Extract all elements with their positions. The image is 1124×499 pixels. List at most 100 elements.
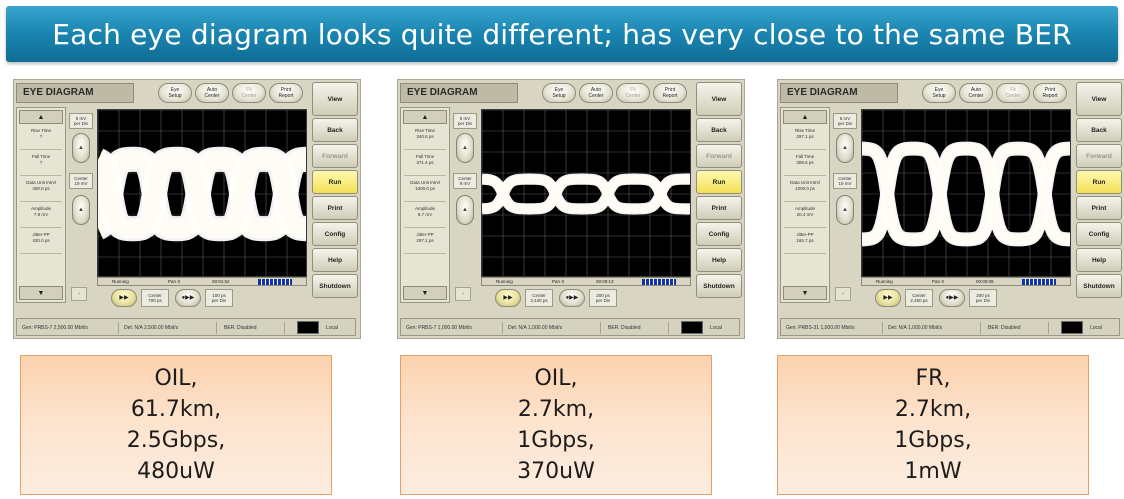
eye-diagram-screenshot: EYE DIAGRAM Eye Setup Auto Center Fit Cente… (397, 79, 745, 339)
side-button-forward[interactable]: Forward (696, 144, 742, 168)
caption-line: 2.5Gbps, (126, 428, 226, 453)
play-forward-button[interactable]: ▶▶ (111, 289, 137, 307)
measurement-item: Rise Time 340.6 ps (404, 126, 446, 150)
eye-setup-button[interactable]: Eye Setup (158, 83, 192, 103)
side-button-view[interactable]: View (1076, 82, 1122, 116)
scroll-down-button[interactable]: ▼ (783, 286, 827, 300)
side-button-run[interactable]: Run (696, 170, 742, 194)
acquisition-progress (258, 279, 292, 285)
eye-plot (482, 110, 690, 276)
acquisition-progress (642, 279, 676, 285)
generator-status: Gen: PRBS-7 2,500.00 Mbit/s (19, 322, 119, 334)
status-time: 00:00:13 (596, 279, 614, 284)
status-time: 00:00:09 (976, 279, 994, 284)
side-button-print[interactable]: Print (696, 196, 742, 220)
side-button-back[interactable]: Back (696, 118, 742, 142)
detector-status: Det: N/A 1,000.00 Mbit/s (505, 322, 601, 334)
detector-status: Det: N/A 2,500.00 Mbit/s (121, 322, 217, 334)
auto-center-button[interactable]: Auto Center (579, 83, 613, 103)
status-running: Running (876, 279, 893, 284)
side-button-back[interactable]: Back (312, 118, 358, 142)
measurement-item: Fall Time ? (20, 152, 62, 176)
volts-per-div-label: 5 mV per Div (69, 113, 93, 129)
eye-setup-button[interactable]: Eye Setup (922, 83, 956, 103)
measurement-item: Rise Time ? (20, 126, 62, 150)
scroll-up-button[interactable]: ▲ (403, 110, 447, 124)
side-button-run[interactable]: Run (1076, 170, 1122, 194)
side-button-help[interactable]: Help (1076, 248, 1122, 272)
scale-knob[interactable]: ▲ (836, 133, 854, 163)
side-menu: View Back Forward Run Print Config Help Shutdow… (696, 82, 742, 300)
generator-status: Gen: PRBS-31 1,000.00 Mbit/s (783, 322, 883, 334)
measurement-item: Fall Time 371.4 ps (404, 152, 446, 176)
caption-line: 2.7km, (894, 397, 972, 422)
measurement-item: Amplitude 8.7 mV (404, 204, 446, 228)
scale-knob[interactable]: ▲ (456, 133, 474, 163)
measurement-panel: ▲ Rise Time 340.6 ps Fall Time 371.4 ps Dat… (400, 107, 450, 303)
print-report-button[interactable]: Print Report (269, 83, 303, 103)
side-button-print[interactable]: Print (1076, 196, 1122, 220)
scroll-up-button[interactable]: ▲ (783, 110, 827, 124)
side-button-config[interactable]: Config (696, 222, 742, 246)
play-forward-button[interactable]: ▶▶ (875, 289, 901, 307)
ber-status: BER: Disabled (985, 322, 1049, 334)
status-pan: Pan X (552, 279, 565, 284)
caption-line: 1Gbps, (517, 428, 595, 453)
side-button-config[interactable]: Config (1076, 222, 1122, 246)
measurement-item: Amplitude 20.4 mV (784, 204, 826, 228)
scroll-up-button[interactable]: ▲ (19, 110, 63, 124)
center-time-label: Center 700 ps (141, 289, 169, 307)
auto-center-button[interactable]: Auto Center (959, 83, 993, 103)
time-scale-button[interactable]: ●▶▶ (559, 289, 585, 307)
local-status: Local (326, 325, 338, 331)
center-time-label: Center 2,450 ps (905, 289, 933, 307)
side-button-config[interactable]: Config (312, 222, 358, 246)
offset-knob[interactable]: ▲ (72, 195, 90, 225)
side-button-back[interactable]: Back (1076, 118, 1122, 142)
app-title: EYE DIAGRAM (400, 83, 518, 103)
caption-line: 370uW (517, 459, 595, 484)
side-button-view[interactable]: View (696, 82, 742, 116)
status-footer: Gen: PRBS-7 1,000.00 Mbit/s Det: N/A 1,00… (400, 318, 740, 336)
offset-knob[interactable]: ▲ (836, 195, 854, 225)
side-button-print[interactable]: Print (312, 196, 358, 220)
caption-line: 2.7km, (517, 397, 595, 422)
center-voltage-label: Center 9 mV (453, 173, 477, 189)
side-button-forward[interactable]: Forward (1076, 144, 1122, 168)
scale-knob[interactable]: ▲ (72, 133, 90, 163)
time-per-div-label: 200 ps per Div (589, 289, 617, 307)
status-bar: Running Pan X 00:01:52 (97, 277, 307, 286)
offset-knob[interactable]: ▲ (456, 195, 474, 225)
vertical-controls: 5 mV per Div ▲ Center 19 mV ▲ « (833, 109, 857, 301)
side-button-shutdown[interactable]: Shutdown (696, 274, 742, 298)
print-report-button[interactable]: Print Report (653, 83, 687, 103)
scroll-down-button[interactable]: ▼ (403, 286, 447, 300)
center-voltage-label: Center 19 mV (69, 173, 93, 189)
measurement-item: Fall Time 308.6 ps (784, 152, 826, 176)
status-running: Running (112, 279, 129, 284)
side-button-forward[interactable]: Forward (312, 144, 358, 168)
caption-line: 1Gbps, (894, 428, 972, 453)
auto-center-button[interactable]: Auto Center (195, 83, 229, 103)
time-scale-button[interactable]: ●▶▶ (175, 289, 201, 307)
scroll-down-button[interactable]: ▼ (19, 286, 63, 300)
side-button-help[interactable]: Help (312, 248, 358, 272)
measurement-item: Rise Time 297.1 ps (784, 126, 826, 150)
eye-diagram-display (97, 109, 307, 277)
eye-setup-button[interactable]: Eye Setup (542, 83, 576, 103)
fit-center-button: Fit Center (232, 83, 266, 103)
side-button-shutdown[interactable]: Shutdown (1076, 274, 1122, 298)
side-button-shutdown[interactable]: Shutdown (312, 274, 358, 298)
side-button-view[interactable]: View (312, 82, 358, 116)
side-button-run[interactable]: Run (312, 170, 358, 194)
print-report-button[interactable]: Print Report (1033, 83, 1067, 103)
play-forward-button[interactable]: ▶▶ (495, 289, 521, 307)
status-time: 00:01:52 (212, 279, 230, 284)
eye-thumbnail-icon (681, 321, 703, 334)
center-voltage-label: Center 19 mV (833, 173, 857, 189)
acquisition-progress (1022, 279, 1056, 285)
time-scale-button[interactable]: ●▶▶ (939, 289, 965, 307)
side-button-help[interactable]: Help (696, 248, 742, 272)
ber-status: BER: Disabled (605, 322, 669, 334)
status-bar: Running Pan X 00:00:13 (481, 277, 691, 286)
